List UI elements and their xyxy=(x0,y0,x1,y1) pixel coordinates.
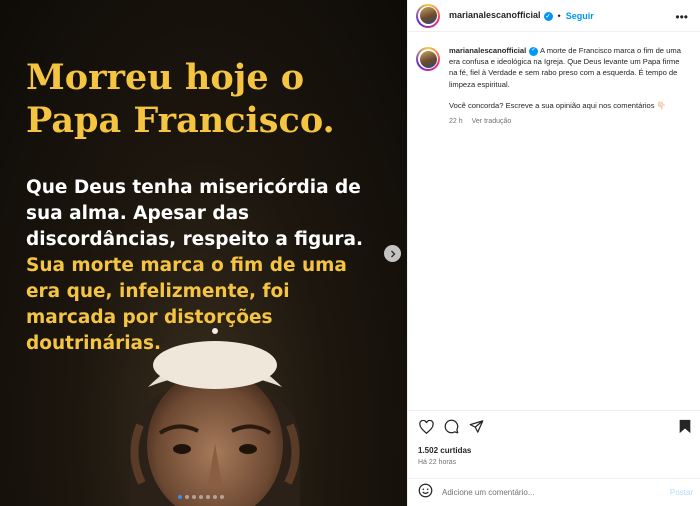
caption-body: marianalescanofficial ✓ A morte de Franci… xyxy=(449,45,689,127)
carousel-dot xyxy=(220,495,224,499)
post-side-panel: marianalescanofficial ✓ • Seguir ••• mari… xyxy=(407,0,700,506)
comment-icon[interactable] xyxy=(443,419,459,435)
emoji-icon[interactable] xyxy=(418,483,433,503)
share-icon[interactable] xyxy=(468,419,484,435)
carousel-dot xyxy=(213,495,217,499)
likes-count[interactable]: 1.502 curtidas xyxy=(418,446,471,455)
post-time: Há 22 horas xyxy=(418,459,457,466)
header-separator: • xyxy=(557,10,561,21)
caption-age[interactable]: 22 h xyxy=(449,118,463,125)
chevron-right-icon xyxy=(390,250,395,257)
bookmark-icon[interactable] xyxy=(677,419,693,435)
caption-meta: 22 h Ver tradução xyxy=(449,116,689,127)
post-media[interactable]: Morreu hoje o Papa Francisco. Que Deus t… xyxy=(0,0,407,506)
post-caption: marianalescanofficial ✓ A morte de Franci… xyxy=(416,45,694,127)
post-headline: Morreu hoje o Papa Francisco. xyxy=(26,57,335,141)
heart-icon[interactable] xyxy=(418,419,434,435)
post-body-white: Que Deus tenha misericórdia de sua alma.… xyxy=(26,177,364,250)
caption-question: Você concorda? Escreve a sua opinião aqu… xyxy=(449,100,667,110)
carousel-dot xyxy=(199,495,203,499)
header-username-text[interactable]: marianalescanofficial xyxy=(449,10,541,20)
header-username[interactable]: marianalescanofficial ✓ xyxy=(449,10,553,21)
verified-badge-icon: ✓ xyxy=(543,11,553,21)
carousel-indicator xyxy=(178,495,224,499)
avatar[interactable] xyxy=(416,3,440,28)
more-horizontal-icon[interactable]: ••• xyxy=(675,10,688,24)
pope-portrait-image xyxy=(130,328,300,506)
caption-username[interactable]: marianalescanofficial xyxy=(449,46,526,55)
carousel-dot xyxy=(206,495,210,499)
carousel-next-button[interactable] xyxy=(384,245,401,262)
verified-badge-icon: ✓ xyxy=(529,46,539,56)
translate-link[interactable]: Ver tradução xyxy=(472,118,512,125)
comment-input[interactable] xyxy=(442,488,642,497)
comment-bar: Postar xyxy=(408,478,700,506)
follow-button[interactable]: Seguir xyxy=(566,11,594,21)
carousel-dot xyxy=(185,495,189,499)
actions-bar xyxy=(408,410,700,442)
caption-avatar[interactable] xyxy=(416,47,440,71)
carousel-dot xyxy=(178,495,182,499)
post-header: marianalescanofficial ✓ • Seguir ••• xyxy=(408,0,700,32)
carousel-dot xyxy=(192,495,196,499)
post-comment-button[interactable]: Postar xyxy=(670,488,693,497)
